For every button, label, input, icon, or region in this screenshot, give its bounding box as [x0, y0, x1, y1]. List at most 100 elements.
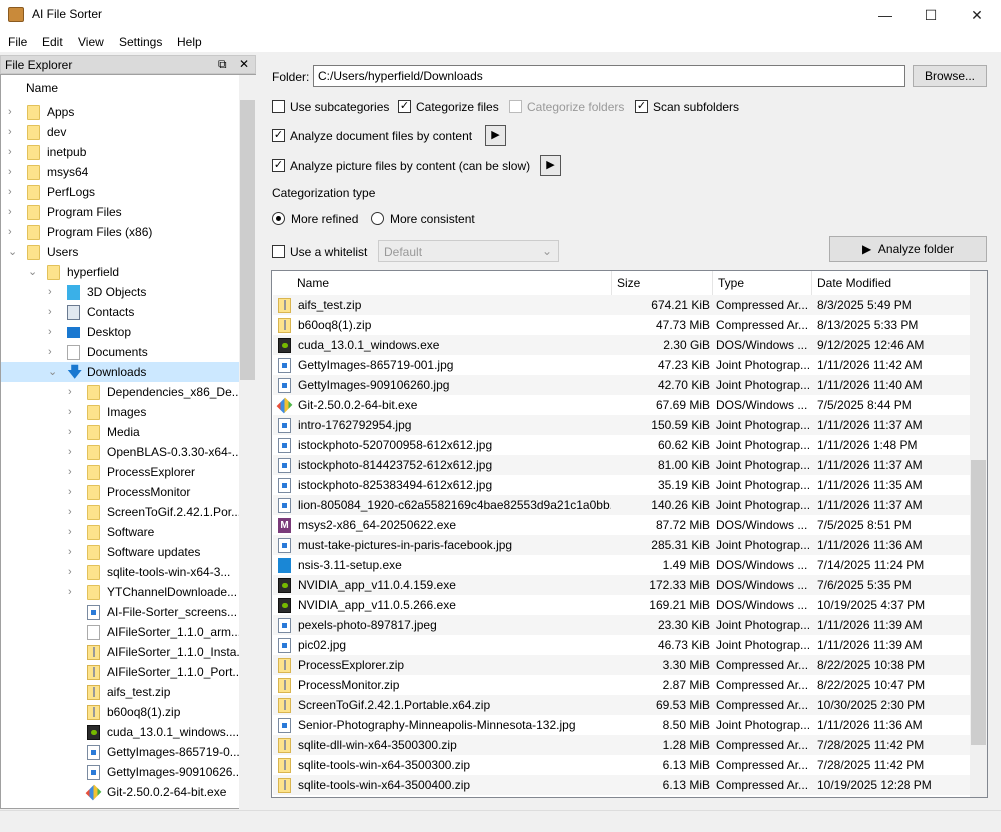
tree-item[interactable]: › PerfLogs [1, 182, 239, 202]
tree-item[interactable]: › 3D Objects [1, 282, 239, 302]
chevron-right-icon[interactable]: › [8, 202, 18, 222]
table-row[interactable]: sqlite-dll-win-x64-3500300.zip 1.28 MiB Co… [273, 735, 971, 755]
analyze-pictures-play-button[interactable]: ▶ [540, 155, 561, 176]
tree-item[interactable]: AI-File-Sorter_screens... [1, 602, 239, 622]
tree-item[interactable]: › Dependencies_x86_De... [1, 382, 242, 402]
chevron-right-icon[interactable]: › [68, 502, 78, 522]
tree-item[interactable]: › Apps [1, 102, 239, 122]
table-row[interactable]: sqlite-tools-win-x64-3500400.zip 6.13 MiB… [273, 775, 971, 795]
tree-item[interactable]: › Software updates [1, 542, 239, 562]
scan-subfolders-checkbox[interactable]: ✓ [635, 100, 648, 113]
use-subcategories-checkbox[interactable] [272, 100, 285, 113]
table-row[interactable]: b60oq8(1).zip 47.73 MiB Compressed Ar... 8/… [273, 315, 971, 335]
chevron-right-icon[interactable]: › [8, 162, 18, 182]
chevron-right-icon[interactable]: › [48, 282, 58, 302]
more-consistent-radio[interactable] [371, 212, 384, 225]
float-icon[interactable]: ⧉ [218, 57, 227, 72]
close-button[interactable]: ✕ [954, 0, 1000, 30]
table-row[interactable]: NVIDIA_app_v11.0.4.159.exe 172.33 MiB DOS/… [273, 575, 971, 595]
table-row[interactable]: istockphoto-825383494-612x612.jpg 35.19 K… [273, 475, 971, 495]
tree-item[interactable]: ⌄ Users [1, 242, 239, 262]
chevron-down-icon[interactable]: ⌄ [8, 242, 18, 262]
chevron-right-icon[interactable]: › [48, 302, 58, 322]
tree-item[interactable]: AIFileSorter_1.1.0_arm... [1, 622, 241, 642]
table-row[interactable]: ScreenToGif.2.42.1.Portable.x64.zip 69.53… [273, 695, 971, 715]
file-list[interactable]: Name ^ Size Type Date Modified aifs_test… [271, 270, 988, 798]
chevron-right-icon[interactable]: › [68, 382, 78, 402]
table-row[interactable]: pic02.jpg 46.73 KiB Joint Photograp... 1/11… [273, 635, 971, 655]
tree-item[interactable]: › sqlite-tools-win-x64-3... [1, 562, 239, 582]
chevron-right-icon[interactable]: › [68, 562, 78, 582]
chevron-right-icon[interactable]: › [48, 322, 58, 342]
table-row[interactable]: intro-1762792954.jpg 150.59 KiB Joint Phot… [273, 415, 971, 435]
analyze-documents-play-button[interactable]: ▶ [485, 125, 506, 146]
tree-item[interactable]: › Software [1, 522, 239, 542]
table-row[interactable]: istockphoto-814423752-612x612.jpg 81.00 K… [273, 455, 971, 475]
chevron-right-icon[interactable]: › [8, 222, 18, 242]
tree-item[interactable]: b60oq8(1).zip [1, 702, 239, 722]
tree-item[interactable]: aifs_test.zip [1, 682, 239, 702]
tree-item[interactable]: › inetpub [1, 142, 239, 162]
column-header-size[interactable]: Size [612, 271, 713, 295]
minimize-button[interactable]: — [862, 0, 908, 30]
tree-item[interactable]: cuda_13.0.1_windows.... [1, 722, 239, 742]
menu-help[interactable]: Help [177, 35, 202, 49]
tree-item[interactable]: › Desktop [1, 322, 239, 342]
chevron-right-icon[interactable]: › [68, 542, 78, 562]
tree-item[interactable]: GettyImages-90910626... [1, 762, 242, 782]
table-row[interactable]: istockphoto-520700958-612x612.jpg 60.62 K… [273, 435, 971, 455]
tree-column-header[interactable]: Name [26, 81, 58, 95]
analyze-folder-button[interactable]: ▶ Analyze folder [829, 236, 987, 262]
table-row[interactable]: ProcessExplorer.zip 3.30 MiB Compressed Ar… [273, 655, 971, 675]
menu-settings[interactable]: Settings [119, 35, 162, 49]
tree-item[interactable]: GettyImages-865719-0... [1, 742, 240, 762]
tree-item[interactable]: Git-2.50.0.2-64-bit.exe [1, 782, 239, 802]
chevron-right-icon[interactable]: › [68, 402, 78, 422]
table-row[interactable]: GettyImages-909106260.jpg 42.70 KiB Joint … [273, 375, 971, 395]
use-whitelist-checkbox[interactable] [272, 245, 285, 258]
tree-item[interactable]: › Program Files (x86) [1, 222, 239, 242]
maximize-button[interactable]: ☐ [908, 0, 954, 30]
more-refined-radio[interactable] [272, 212, 285, 225]
chevron-right-icon[interactable]: › [68, 462, 78, 482]
tree-item[interactable]: › Documents [1, 342, 239, 362]
tree-item[interactable]: › Program Files [1, 202, 239, 222]
browse-button[interactable]: Browse... [913, 65, 987, 87]
chevron-right-icon[interactable]: › [8, 102, 18, 122]
table-row[interactable]: pexels-photo-897817.jpeg 23.30 KiB Joint P… [273, 615, 971, 635]
categorize-files-checkbox[interactable]: ✓ [398, 100, 411, 113]
chevron-right-icon[interactable]: › [68, 522, 78, 542]
tree-item[interactable]: › ScreenToGif.2.42.1.Por... [1, 502, 241, 522]
column-header-type[interactable]: Type [713, 271, 812, 295]
table-row[interactable]: nsis-3.11-setup.exe 1.49 MiB DOS/Windows .… [273, 555, 971, 575]
tree-item[interactable]: › ProcessExplorer [1, 462, 239, 482]
table-row[interactable]: Git-2.50.0.2-64-bit.exe 67.69 MiB DOS/Wind… [273, 395, 971, 415]
tree-item[interactable]: › Contacts [1, 302, 239, 322]
tree-item[interactable]: › Media [1, 422, 239, 442]
menu-file[interactable]: File [8, 35, 27, 49]
tree-item[interactable]: AIFileSorter_1.1.0_Insta... [1, 642, 246, 662]
table-row[interactable]: must-take-pictures-in-paris-facebook.jpg… [273, 535, 971, 555]
chevron-right-icon[interactable]: › [48, 342, 58, 362]
tree-scrollbar-thumb[interactable] [240, 100, 255, 380]
column-header-name[interactable]: Name [272, 271, 612, 295]
table-row[interactable]: ProcessMonitor.zip 2.87 MiB Compressed Ar.… [273, 675, 971, 695]
chevron-right-icon[interactable]: › [68, 482, 78, 502]
file-explorer-tree[interactable]: Name › Apps › dev › inetpub › msys64 › PerfLogs › P… [0, 74, 256, 809]
analyze-documents-checkbox[interactable]: ✓ [272, 129, 285, 142]
tree-item[interactable]: › OpenBLAS-0.3.30-x64-... [1, 442, 242, 462]
menu-edit[interactable]: Edit [42, 35, 63, 49]
tree-item[interactable]: › YTChannelDownloade... [1, 582, 239, 602]
menu-view[interactable]: View [78, 35, 104, 49]
tree-item[interactable]: › ProcessMonitor [1, 482, 239, 502]
table-row[interactable]: cuda_13.0.1_windows.exe 2.30 GiB DOS/Windo… [273, 335, 971, 355]
table-row[interactable]: lion-805084_1920-c62a5582169c4bae82553d9… [273, 495, 971, 515]
table-row[interactable]: Senior-Photography-Minneapolis-Minnesota… [273, 715, 971, 735]
chevron-right-icon[interactable]: › [68, 442, 78, 462]
tree-item[interactable]: › msys64 [1, 162, 239, 182]
tree-item[interactable]: › Images [1, 402, 239, 422]
chevron-right-icon[interactable]: › [68, 582, 78, 602]
table-row[interactable]: NVIDIA_app_v11.0.5.266.exe 169.21 MiB DOS/… [273, 595, 971, 615]
table-row[interactable]: sqlite-tools-win-x64-3500300.zip 6.13 MiB… [273, 755, 971, 775]
folder-input[interactable]: C:/Users/hyperfield/Downloads [313, 65, 905, 87]
